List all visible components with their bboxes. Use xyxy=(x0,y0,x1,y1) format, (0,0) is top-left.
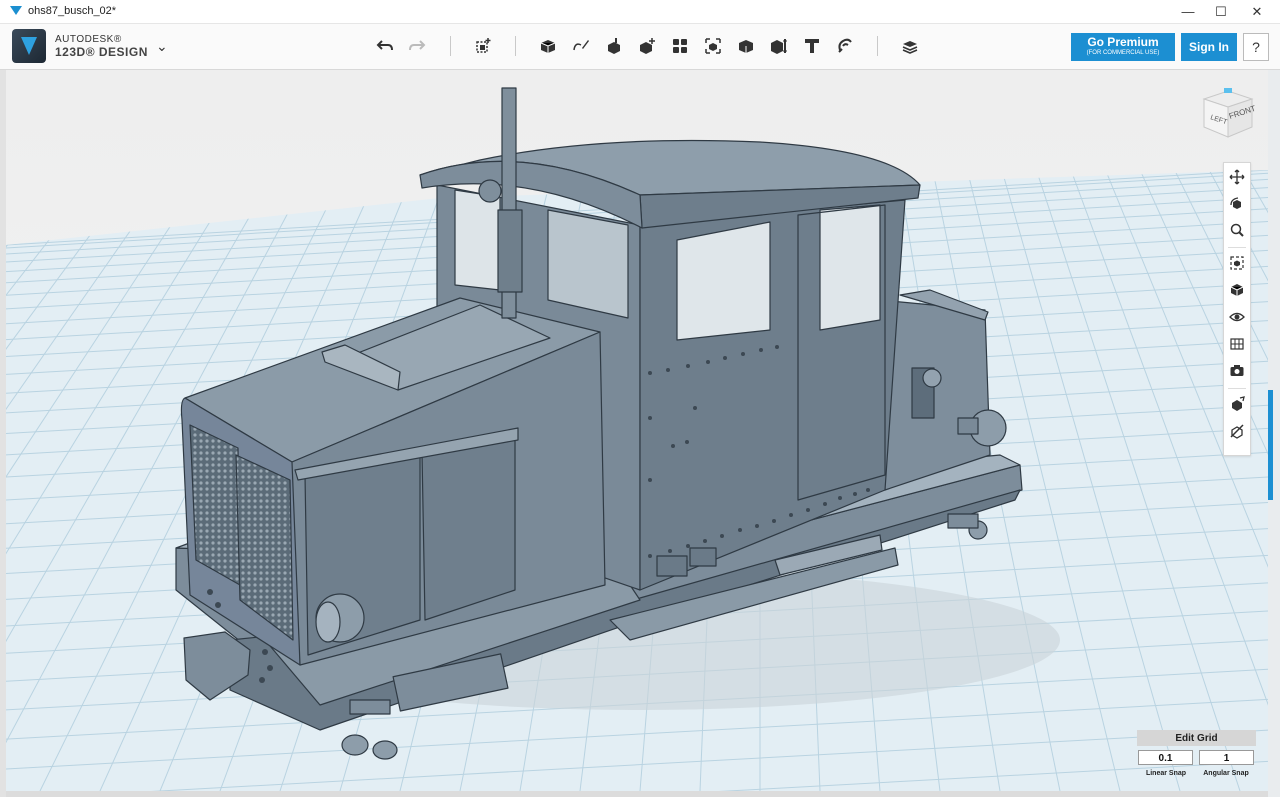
fit-view-icon[interactable] xyxy=(1227,253,1247,273)
pan-icon[interactable] xyxy=(1227,167,1247,187)
screenshot-camera-icon[interactable] xyxy=(1227,361,1247,381)
grouping-icon[interactable] xyxy=(700,33,726,59)
visibility-eye-icon[interactable] xyxy=(1227,307,1247,327)
linear-snap-field[interactable]: 0.1 xyxy=(1138,750,1193,765)
measure-icon[interactable] xyxy=(766,33,792,59)
app-logo-icon xyxy=(10,6,22,15)
app-brand[interactable]: AUTODESK® 123D® DESIGN xyxy=(12,29,148,63)
combine-icon[interactable] xyxy=(733,33,759,59)
materials-outline-icon[interactable] xyxy=(1227,334,1247,354)
right-panel-edge xyxy=(1268,70,1280,797)
undo-icon[interactable] xyxy=(372,33,398,59)
autodesk-logo-icon xyxy=(12,29,46,63)
orbit-icon[interactable] xyxy=(1227,194,1247,214)
angular-snap-field[interactable]: 1 xyxy=(1199,750,1254,765)
view-cube[interactable]: LEFT FRONT xyxy=(1198,85,1257,143)
pattern-icon[interactable] xyxy=(667,33,693,59)
primitives-icon[interactable] xyxy=(535,33,561,59)
text-icon[interactable] xyxy=(799,33,825,59)
toolbar-separator xyxy=(450,36,451,56)
linear-snap-label: Linear Snap xyxy=(1145,770,1187,777)
app-menu-chevron-icon[interactable]: ⌄ xyxy=(156,38,168,55)
redo-icon[interactable] xyxy=(404,33,430,59)
close-button[interactable]: ✕ xyxy=(1239,0,1275,23)
modify-icon[interactable] xyxy=(634,33,660,59)
window-titlebar: ohs87_busch_02* — ☐ ✕ xyxy=(0,0,1280,24)
go-premium-button[interactable]: Go Premium (FOR COMMERCIAL USE) xyxy=(1071,33,1175,61)
grid-panel: Edit Grid 0.1 1 Linear Snap Angular Snap xyxy=(1137,730,1256,780)
sketch-icon[interactable] xyxy=(568,33,594,59)
status-bar xyxy=(6,791,1268,797)
scene-svg xyxy=(6,70,1268,791)
navigation-bar xyxy=(1223,162,1251,456)
model-toggle-icon[interactable] xyxy=(1227,421,1247,441)
brand-line-2: 123D® DESIGN xyxy=(55,45,148,59)
go-premium-label: Go Premium xyxy=(1087,35,1159,49)
toolbar-separator xyxy=(877,36,878,56)
side-panel-tab[interactable] xyxy=(1268,390,1273,500)
help-button[interactable]: ? xyxy=(1243,33,1269,61)
sign-in-button[interactable]: Sign In xyxy=(1181,33,1237,61)
toolbar-separator xyxy=(515,36,516,56)
go-premium-sublabel: (FOR COMMERCIAL USE) xyxy=(1086,50,1160,56)
window-title: ohs87_busch_02* xyxy=(28,5,117,17)
transform-icon[interactable] xyxy=(470,33,496,59)
3d-viewport[interactable]: LEFT FRONT xyxy=(6,70,1268,791)
maximize-button[interactable]: ☐ xyxy=(1203,0,1239,23)
edit-grid-button[interactable]: Edit Grid xyxy=(1137,730,1256,746)
angular-snap-label: Angular Snap xyxy=(1203,770,1249,777)
snap-tool-icon[interactable] xyxy=(1227,394,1247,414)
snap-icon[interactable] xyxy=(832,33,858,59)
minimize-button[interactable]: — xyxy=(1170,0,1206,23)
construct-icon[interactable] xyxy=(601,33,627,59)
material-icon[interactable] xyxy=(897,33,923,59)
views-icon[interactable] xyxy=(1227,280,1247,300)
main-toolbar: AUTODESK® 123D® DESIGN ⌄ Go Premium (FOR… xyxy=(0,24,1280,70)
zoom-icon[interactable] xyxy=(1227,220,1247,240)
